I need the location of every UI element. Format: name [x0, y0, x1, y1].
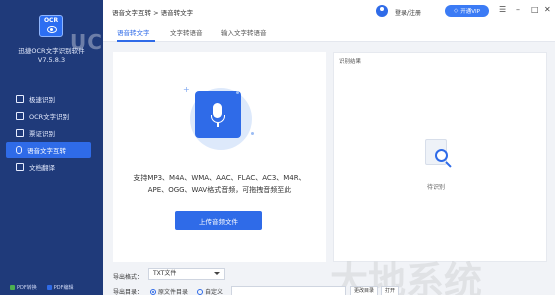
- export-path-input[interactable]: [231, 286, 346, 295]
- decor-dot: [251, 132, 254, 135]
- decor-dot: [236, 91, 239, 94]
- app-window: OCR UC 迅捷OCR文字识别软件 V7.5.8.3 极速识别 OCR文字识别…: [0, 0, 555, 295]
- upload-audio-button[interactable]: 上传音频文件: [175, 211, 262, 230]
- radio-original-label: 原文件目录: [158, 289, 189, 295]
- sidebar-item-label: OCR文字识别: [29, 113, 70, 121]
- pdf-edit-link[interactable]: PDF编辑: [46, 284, 74, 291]
- open-dir-button[interactable]: 打开: [381, 286, 399, 295]
- export-dir-label: 导出目录：: [113, 289, 144, 295]
- user-avatar-icon[interactable]: [376, 5, 388, 17]
- vip-button[interactable]: ◇ 开通VIP: [445, 5, 489, 17]
- logo-ocr-text: OCR: [43, 17, 59, 24]
- tab-bar: 语音转文字 文字转语音 输入文字转语音: [103, 22, 555, 42]
- microphone-icon: [195, 91, 241, 138]
- sparkle-icon: +: [183, 85, 190, 94]
- pdf-convert-icon: [10, 284, 15, 290]
- mic-icon: [16, 146, 22, 154]
- radio-custom-dir[interactable]: [197, 289, 203, 295]
- eye-icon: [47, 26, 57, 33]
- app-name: 迅捷OCR文字识别软件: [18, 47, 85, 55]
- sidebar-item-label: 票证识别: [29, 130, 55, 138]
- sidebar-item-fast-recognition[interactable]: 极速识别: [6, 91, 91, 107]
- formats-line-2: APE、OGG、WAV格式音频，可拖拽音频至此: [147, 186, 292, 194]
- app-version: V7.5.8.3: [37, 56, 66, 64]
- chevron-down-icon: [214, 272, 220, 275]
- sidebar-item-ticket[interactable]: 票证识别: [6, 125, 91, 141]
- menu-icon[interactable]: ☰: [499, 5, 506, 14]
- sidebar-item-translate[interactable]: 文档翻译: [6, 159, 91, 175]
- app-logo: OCR: [39, 15, 63, 37]
- sidebar-item-label: 语音文字互转: [27, 147, 66, 155]
- radio-original-dir[interactable]: [150, 289, 156, 295]
- tab-text-to-speech[interactable]: 文字转语音: [170, 27, 203, 37]
- vip-label: 开通VIP: [460, 9, 480, 15]
- export-format-value: TXT文件: [153, 270, 177, 277]
- breadcrumb: 语音文字互转 > 语音转文字: [112, 9, 194, 17]
- supported-formats-text: 支持MP3、M4A、WMA、AAC、FLAC、AC3、M4R、 APE、OGG、…: [113, 172, 326, 196]
- sidebar-bottom: PDF转换 PDF编辑: [0, 279, 103, 295]
- close-icon[interactable]: ✕: [544, 5, 551, 14]
- translate-icon: [16, 163, 24, 171]
- formats-line-1: 支持MP3、M4A、WMA、AAC、FLAC、AC3、M4R、: [133, 174, 306, 182]
- tab-speech-to-text[interactable]: 语音转文字: [117, 27, 150, 37]
- export-format-label: 导出格式：: [113, 274, 144, 281]
- card-icon: [16, 129, 24, 137]
- result-title: 识别结果: [339, 59, 362, 65]
- edit-icon: [16, 95, 24, 103]
- pdf-convert-link[interactable]: PDF转换: [10, 284, 37, 291]
- magnifier-document-icon: [423, 139, 453, 169]
- radio-custom-label: 自定义: [205, 289, 224, 295]
- maximize-icon[interactable]: □: [531, 5, 539, 14]
- sidebar-item-ocr[interactable]: OCR文字识别: [6, 108, 91, 124]
- pending-status: 待识别: [427, 184, 446, 191]
- change-dir-button[interactable]: 更改目录: [350, 286, 378, 295]
- tab-input-text-to-speech[interactable]: 输入文字转语音: [221, 27, 267, 37]
- sidebar-item-speech[interactable]: 语音文字互转: [6, 142, 91, 158]
- export-format-select[interactable]: TXT文件: [148, 268, 225, 280]
- top-bar: 语音文字互转 > 语音转文字 登录/注册 ◇ 开通VIP ☰ – □ ✕: [103, 0, 555, 22]
- upload-drop-zone[interactable]: [113, 52, 326, 262]
- diamond-icon: ◇: [454, 8, 459, 14]
- minimize-icon[interactable]: –: [516, 5, 520, 14]
- scan-icon: [16, 112, 24, 120]
- sidebar-item-label: 极速识别: [29, 96, 55, 104]
- sidebar: OCR UC 迅捷OCR文字识别软件 V7.5.8.3 极速识别 OCR文字识别…: [0, 0, 103, 295]
- pdf-edit-icon: [46, 284, 52, 290]
- login-link[interactable]: 登录/注册: [395, 8, 421, 17]
- sidebar-item-label: 文档翻译: [29, 164, 55, 172]
